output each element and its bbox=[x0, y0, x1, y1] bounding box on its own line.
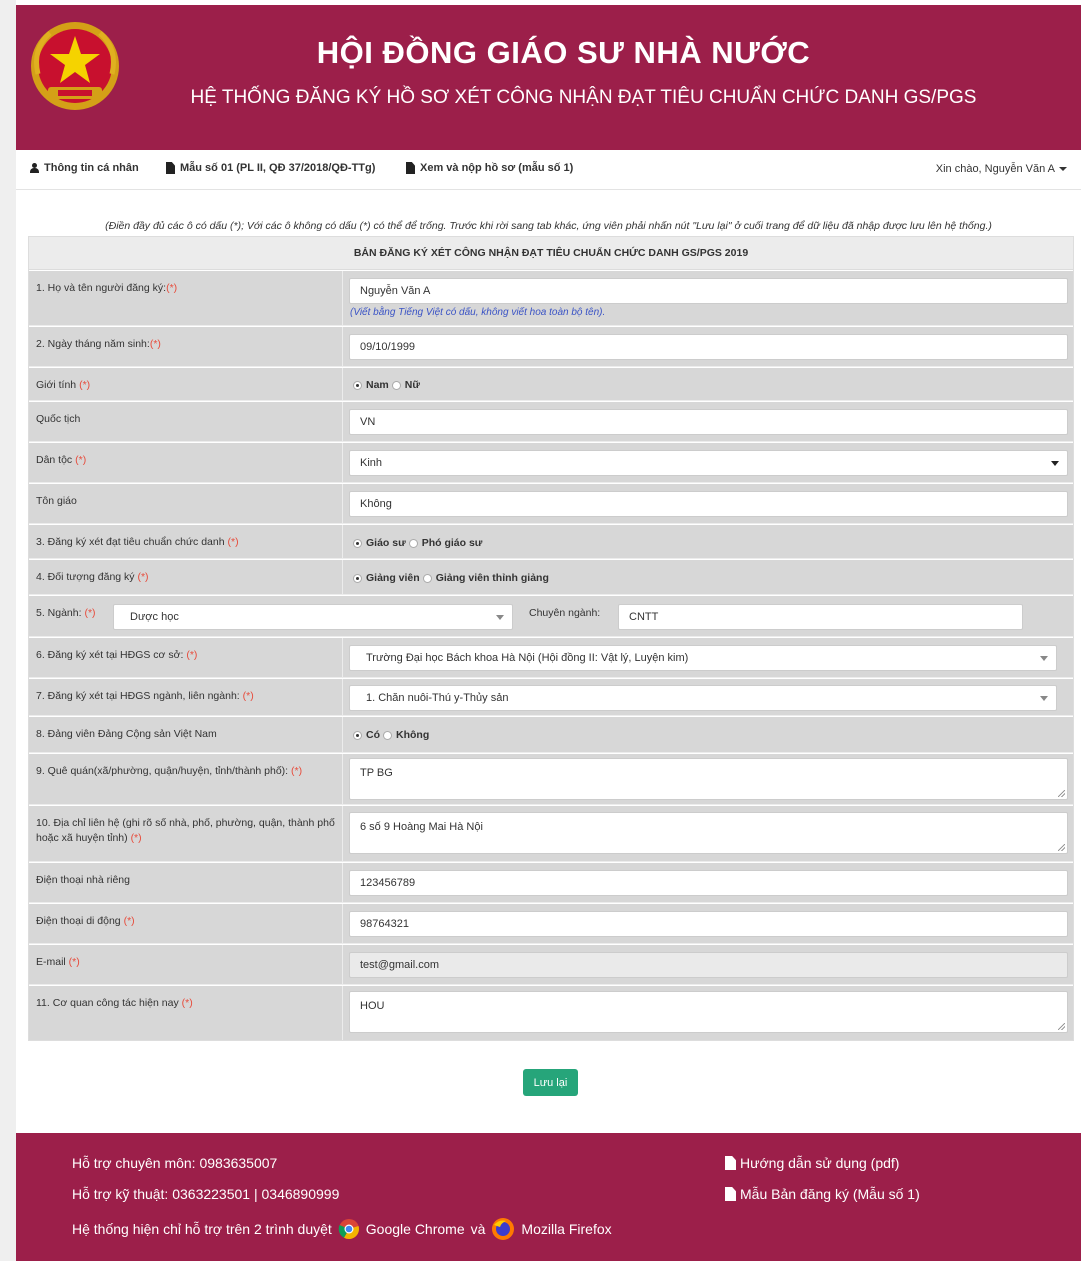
row-email: E-mail (*) test@gmail.com bbox=[29, 945, 1073, 985]
page-subtitle: HỆ THỐNG ĐĂNG KÝ HỒ SƠ XÉT CÔNG NHẬN ĐẠT… bbox=[190, 87, 977, 108]
row-nationality: Quốc tịch VN bbox=[29, 402, 1073, 442]
user-guide-link[interactable]: Hướng dẫn sử dụng (pdf) bbox=[725, 1155, 899, 1171]
row-title-registration: 3. Đăng ký xét đạt tiêu chuẩn chức danh … bbox=[29, 525, 1073, 559]
row-mobile: Điện thoại di động (*) 98764321 bbox=[29, 904, 1073, 944]
support-technical: Hỗ trợ kỹ thuật: 0363223501 | 0346890999 bbox=[72, 1186, 340, 1202]
mobile-input[interactable]: 98764321 bbox=[349, 911, 1068, 937]
row-fullname: 1. Họ và tên người đăng ký:(*) Nguyễn Vă… bbox=[29, 271, 1073, 326]
ethnicity-select[interactable]: Kinh bbox=[349, 450, 1068, 476]
user-icon bbox=[30, 163, 39, 173]
party-yes-radio[interactable] bbox=[353, 730, 362, 740]
row-party-member: 8. Đảng viên Đảng Cộng sản Việt Nam Có K… bbox=[29, 717, 1073, 753]
row-religion: Tôn giáo Không bbox=[29, 484, 1073, 524]
page-title: HỘI ĐỒNG GIÁO SƯ NHÀ NƯỚC bbox=[316, 35, 811, 70]
nav-personal-info[interactable]: Thông tin cá nhân bbox=[30, 162, 139, 174]
save-button[interactable]: Lưu lại bbox=[523, 1069, 578, 1096]
user-menu[interactable]: Xin chào, Nguyễn Văn A bbox=[936, 163, 1067, 175]
page: HỘI ĐỒNG GIÁO SƯ NHÀ NƯỚC HỆ THỐNG ĐĂNG … bbox=[0, 0, 1081, 1261]
left-strip bbox=[0, 0, 16, 1261]
chevron-down-icon bbox=[1051, 461, 1059, 466]
file-icon bbox=[166, 162, 175, 174]
instruction-note: (Điền đầy đủ các ô có dấu (*); Với các ô… bbox=[105, 220, 992, 232]
fullname-input[interactable]: Nguyễn Văn A bbox=[349, 278, 1068, 304]
registration-template-link[interactable]: Mẫu Bản đăng ký (Mẫu số 1) bbox=[725, 1186, 920, 1202]
address-textarea[interactable]: 6 số 9 Hoàng Mai Hà Nội bbox=[349, 812, 1068, 854]
support-professional: Hỗ trợ chuyên môn: 0983635007 bbox=[72, 1155, 278, 1171]
fullname-hint: (Viết bằng Tiếng Việt có dấu, không viết… bbox=[350, 307, 606, 318]
firefox-icon bbox=[492, 1218, 515, 1240]
row-subject: 4. Đối tượng đăng ký (*) Giảng viên Giản… bbox=[29, 560, 1073, 595]
religion-input[interactable]: Không bbox=[349, 491, 1068, 517]
form-heading: BẢN ĐĂNG KÝ XÉT CÔNG NHẬN ĐẠT TIÊU CHUẨN… bbox=[29, 237, 1073, 270]
file-icon bbox=[406, 162, 415, 174]
subject-lecturer-radio[interactable] bbox=[353, 573, 362, 583]
caret-down-icon bbox=[1059, 167, 1067, 171]
specialization-input[interactable]: CNTT bbox=[618, 604, 1023, 630]
file-icon bbox=[725, 1156, 736, 1170]
resize-handle-icon[interactable] bbox=[1058, 790, 1065, 797]
row-hometown: 9. Quê quán(xã/phường, quận/huyện, tỉnh/… bbox=[29, 754, 1073, 805]
row-field-council: 7. Đăng ký xét tại HĐGS ngành, liên ngàn… bbox=[29, 679, 1073, 716]
home-phone-input[interactable]: 123456789 bbox=[349, 870, 1068, 896]
field-council-select[interactable]: 1. Chăn nuôi-Thú y-Thủy sản bbox=[349, 685, 1057, 711]
chrome-icon bbox=[338, 1219, 359, 1240]
file-icon bbox=[725, 1187, 736, 1201]
row-workplace: 11. Cơ quan công tác hiện nay (*) HOU bbox=[29, 986, 1073, 1040]
title-professor-radio[interactable] bbox=[353, 538, 362, 548]
row-gender: Giới tính (*) Nam Nữ bbox=[29, 368, 1073, 401]
registration-form: BẢN ĐĂNG KÝ XÉT CÔNG NHẬN ĐẠT TIÊU CHUẨN… bbox=[28, 236, 1074, 1041]
email-input[interactable]: test@gmail.com bbox=[349, 952, 1068, 978]
row-field: 5. Ngành: (*) Dược học Chuyên ngành: CNT… bbox=[29, 596, 1073, 637]
browser-support: Hệ thống hiện chỉ hỗ trợ trên 2 trình du… bbox=[72, 1217, 612, 1241]
hometown-textarea[interactable]: TP BG bbox=[349, 758, 1068, 800]
dob-input[interactable]: 09/10/1999 bbox=[349, 334, 1068, 360]
footer: Hỗ trợ chuyên môn: 0983635007 Hỗ trợ kỹ … bbox=[16, 1133, 1081, 1261]
party-no-radio[interactable] bbox=[383, 730, 392, 740]
nav-review-submit[interactable]: Xem và nộp hồ sơ (mẫu số 1) bbox=[406, 162, 573, 174]
nav-form-01[interactable]: Mẫu số 01 (PL II, QĐ 37/2018/QĐ-TTg) bbox=[166, 162, 375, 174]
chevron-down-icon bbox=[1040, 656, 1048, 661]
row-dob: 2. Ngày tháng năm sinh:(*) 09/10/1999 bbox=[29, 327, 1073, 367]
gender-female-radio[interactable] bbox=[391, 380, 401, 390]
header: HỘI ĐỒNG GIÁO SƯ NHÀ NƯỚC HỆ THỐNG ĐĂNG … bbox=[16, 5, 1081, 150]
resize-handle-icon[interactable] bbox=[1058, 844, 1065, 851]
row-ethnicity: Dân tộc (*) Kinh bbox=[29, 443, 1073, 483]
field-select[interactable]: Dược học bbox=[113, 604, 513, 630]
row-home-phone: Điện thoại nhà riêng 123456789 bbox=[29, 863, 1073, 903]
nationality-input[interactable]: VN bbox=[349, 409, 1068, 435]
row-base-council: 6. Đăng ký xét tại HĐGS cơ sở: (*) Trườn… bbox=[29, 638, 1073, 678]
subject-visiting-lecturer-radio[interactable] bbox=[422, 573, 432, 583]
gender-male-radio[interactable] bbox=[353, 380, 362, 390]
row-address: 10. Địa chỉ liên hệ (ghi rõ số nhà, phố,… bbox=[29, 806, 1073, 862]
chevron-down-icon bbox=[496, 615, 504, 620]
base-council-select[interactable]: Trường Đại học Bách khoa Hà Nội (Hội đồn… bbox=[349, 645, 1057, 671]
title-assoc-professor-radio[interactable] bbox=[408, 538, 418, 548]
workplace-textarea[interactable]: HOU bbox=[349, 991, 1068, 1033]
resize-handle-icon[interactable] bbox=[1058, 1023, 1065, 1030]
navbar: Thông tin cá nhân Mẫu số 01 (PL II, QĐ 3… bbox=[16, 150, 1081, 190]
chevron-down-icon bbox=[1040, 696, 1048, 701]
